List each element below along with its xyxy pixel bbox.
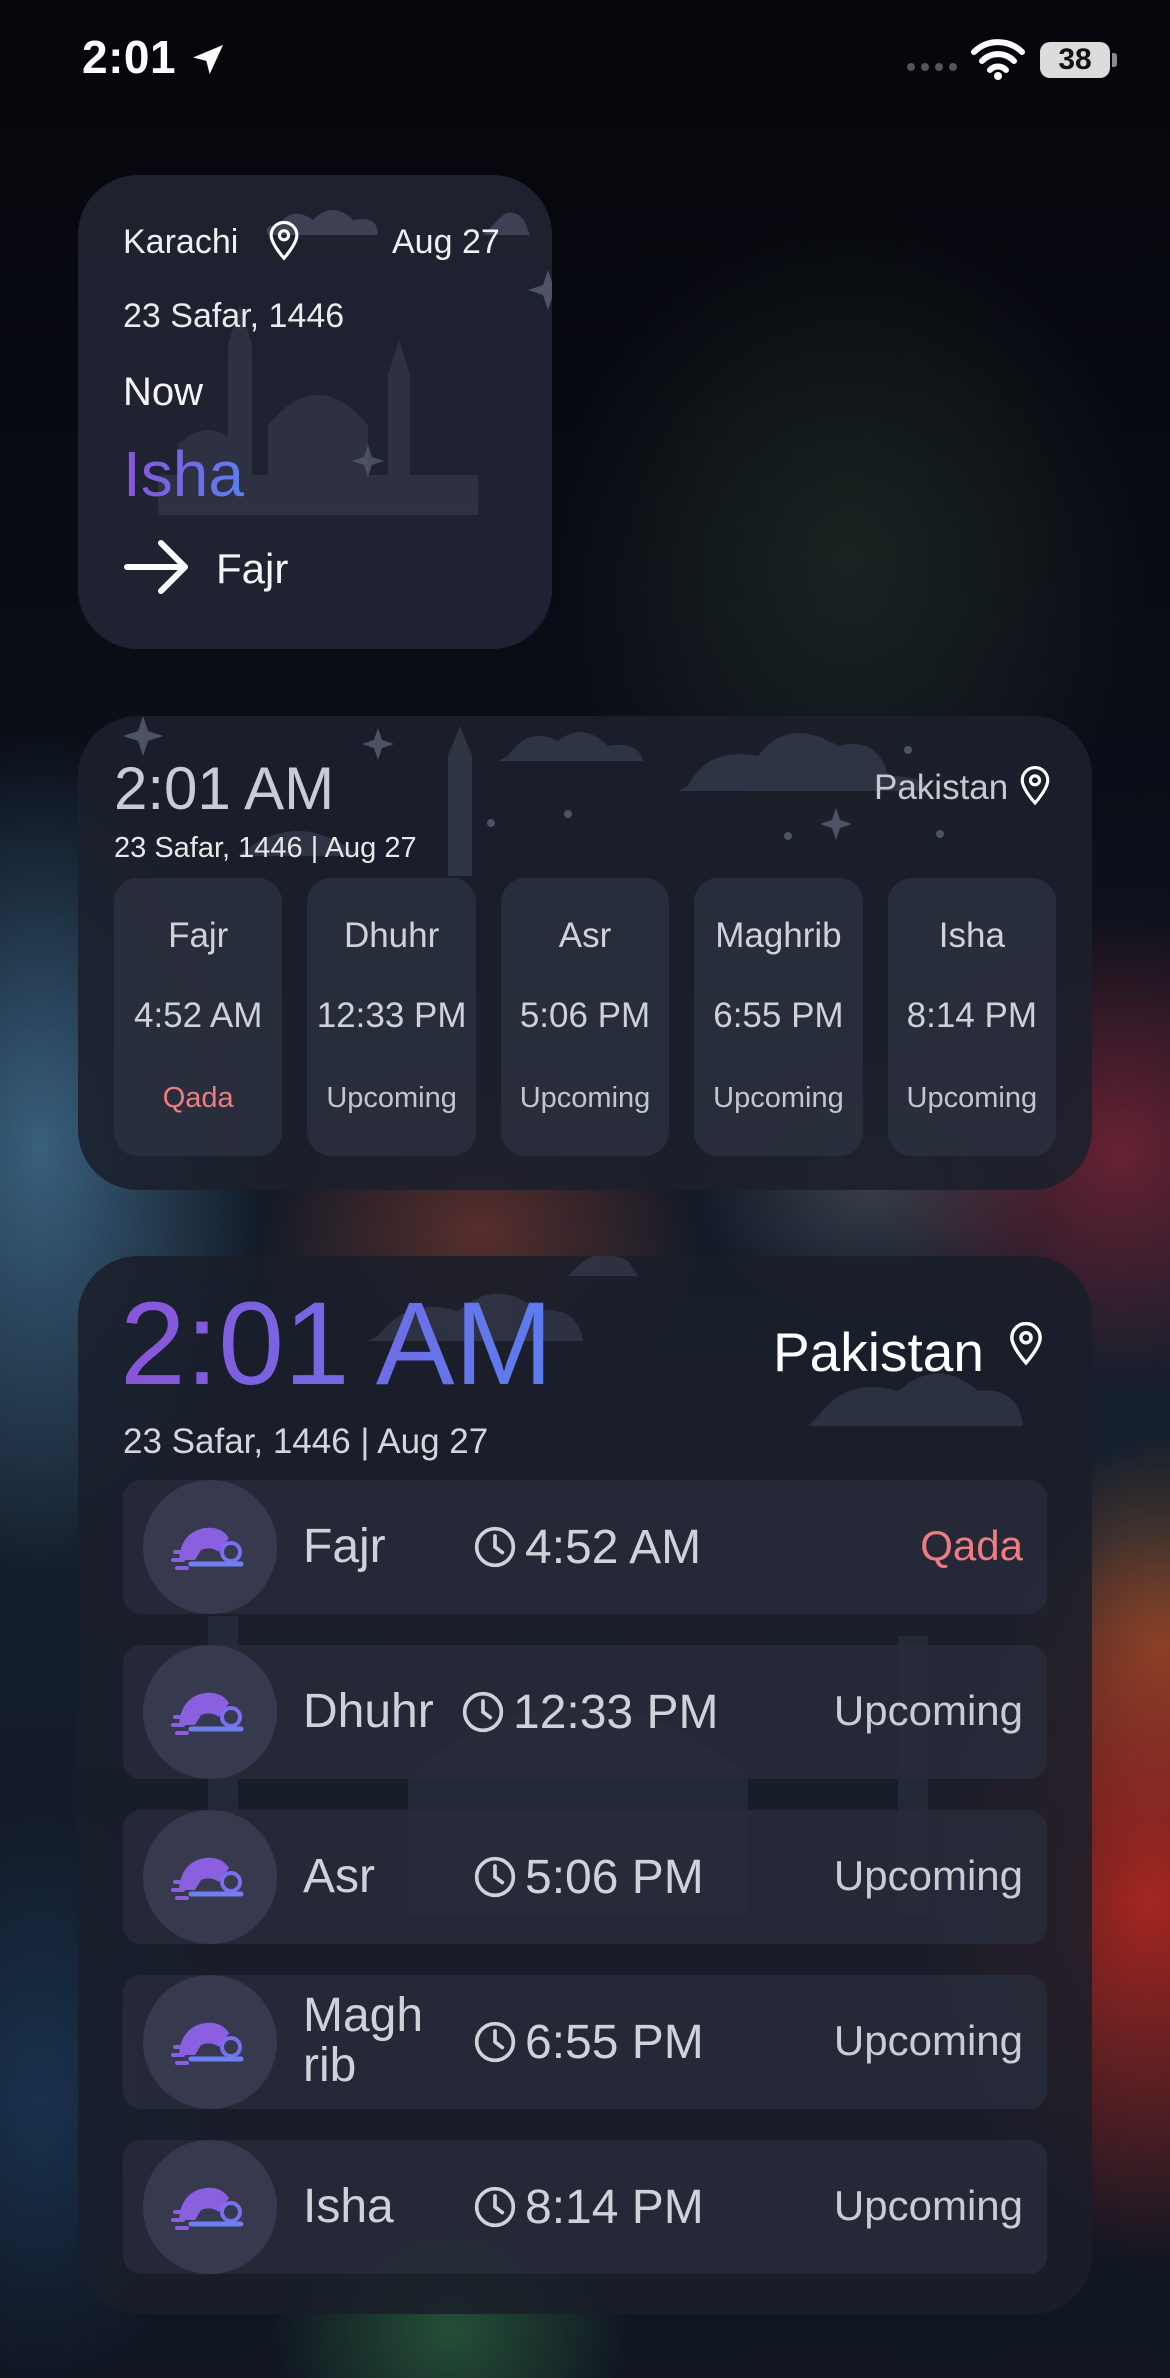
prayer-row[interactable]: Asr 5:06 PM Upcoming (123, 1810, 1047, 1944)
location-pin-icon (1010, 1322, 1042, 1366)
prayer-status: Upcoming (326, 1082, 457, 1114)
prayer-status: Upcoming (833, 2017, 1023, 2064)
small-prayer-widget[interactable]: Karachi Aug 27 23 Safar, 1446 Now Isha F… (78, 175, 552, 649)
prayer-status: Upcoming (833, 2182, 1023, 2229)
medium-date-line: 23 Safar, 1446 | Aug 27 (114, 832, 417, 864)
prayer-row[interactable]: Fajr 4:52 AM Qada (123, 1480, 1047, 1614)
prayer-name: Fajr (303, 1520, 386, 1573)
arrow-right-icon (124, 540, 188, 594)
prayer-icon (171, 1692, 244, 1735)
prayer-name: Maghrib (715, 916, 842, 955)
prayer-name: Asr (303, 1850, 375, 1903)
prayer-status: Upcoming (519, 1082, 651, 1114)
country-label: Pakistan (773, 1321, 984, 1383)
prayer-name: Isha (303, 2180, 394, 2233)
clock-icon (474, 1526, 516, 1568)
next-prayer-name: Fajr (216, 545, 289, 592)
now-label: Now (123, 370, 204, 414)
prayer-avatar (143, 1975, 277, 2109)
prayer-time: 4:52 AM (525, 1521, 702, 1574)
status-time: 2:01 (82, 31, 177, 83)
prayer-time: 12:33 PM (513, 1686, 719, 1739)
medium-prayer-widget[interactable]: 2:01 AM 23 Safar, 1446 | Aug 27 Pakistan… (78, 716, 1092, 1190)
country-label: Pakistan (874, 768, 1009, 807)
prayer-name: Isha (938, 916, 1005, 955)
prayer-column[interactable]: Asr 5:06 PM Upcoming (500, 878, 670, 1156)
current-prayer-name: Isha (123, 438, 244, 510)
prayer-name: Dhuhr (343, 916, 440, 955)
large-date-line: 23 Safar, 1446 | Aug 27 (123, 1422, 489, 1461)
battery-icon: 38 (1040, 42, 1110, 78)
prayer-column[interactable]: Isha 8:14 PM Upcoming (887, 878, 1057, 1156)
prayer-status: Upcoming (833, 1852, 1023, 1899)
prayer-icon (171, 1857, 244, 1900)
prayer-status: Qada (920, 1522, 1023, 1569)
prayer-time: 12:33 PM (316, 996, 467, 1035)
clock-icon (474, 2186, 516, 2228)
prayer-row[interactable]: Dhuhr 12:33 PM Upcoming (123, 1645, 1047, 1779)
prayer-time: 8:14 PM (906, 996, 1037, 1035)
battery-nub (1112, 53, 1117, 67)
prayer-name: Asr (558, 916, 612, 955)
wifi-icon (971, 39, 1025, 80)
prayer-status: Upcoming (833, 1687, 1023, 1734)
prayer-columns: Fajr 4:52 AM Qada Dhuhr 12:33 PM Upcomin… (114, 878, 1057, 1156)
gregorian-date: Aug 27 (392, 223, 500, 261)
prayer-time: 5:06 PM (519, 996, 651, 1035)
prayer-time: 5:06 PM (525, 1851, 704, 1904)
prayer-column[interactable]: Fajr 4:52 AM Qada (114, 878, 283, 1156)
prayer-avatar (143, 1480, 277, 1614)
prayer-column[interactable]: Maghrib 6:55 PM Upcoming (694, 878, 863, 1156)
prayer-icon (171, 1527, 244, 1570)
prayer-avatar (143, 2140, 277, 2274)
hijri-date: 23 Safar, 1446 (123, 297, 345, 335)
city-label: Karachi (123, 223, 239, 261)
prayer-time: 4:52 AM (133, 996, 263, 1035)
location-pin-icon (269, 221, 299, 261)
location-arrow-icon (193, 45, 223, 75)
prayer-name: Fajr (168, 916, 229, 955)
prayer-column[interactable]: Dhuhr 12:33 PM Upcoming (307, 878, 476, 1156)
clock-icon (462, 1691, 504, 1733)
prayer-icon (171, 2187, 244, 2230)
signal-dots-icon (907, 63, 957, 71)
prayer-name: Magh rib (303, 1989, 424, 2092)
prayer-status: Upcoming (713, 1082, 844, 1114)
prayer-avatar (143, 1810, 277, 1944)
prayer-name: Dhuhr (303, 1685, 434, 1738)
clock-icon (474, 1856, 516, 1898)
large-clock-time: 2:01 AM (120, 1278, 553, 1410)
prayer-row[interactable]: Magh rib 6:55 PM Upcoming (123, 1975, 1047, 2109)
prayer-row[interactable]: Isha 8:14 PM Upcoming (123, 2140, 1047, 2274)
prayer-icon (171, 2022, 244, 2065)
prayer-time: 6:55 PM (525, 2016, 704, 2069)
location-pin-icon (1020, 766, 1050, 806)
prayer-status: Qada (162, 1082, 234, 1114)
prayer-avatar (143, 1645, 277, 1779)
medium-clock-time: 2:01 AM (114, 755, 335, 822)
prayer-time: 8:14 PM (525, 2181, 704, 2234)
prayer-time: 6:55 PM (713, 996, 844, 1035)
clock-icon (474, 2021, 516, 2063)
large-prayer-widget[interactable]: 2:01 AM 23 Safar, 1446 | Aug 27 Pakistan… (78, 1256, 1092, 2314)
prayer-status: Upcoming (906, 1082, 1038, 1114)
